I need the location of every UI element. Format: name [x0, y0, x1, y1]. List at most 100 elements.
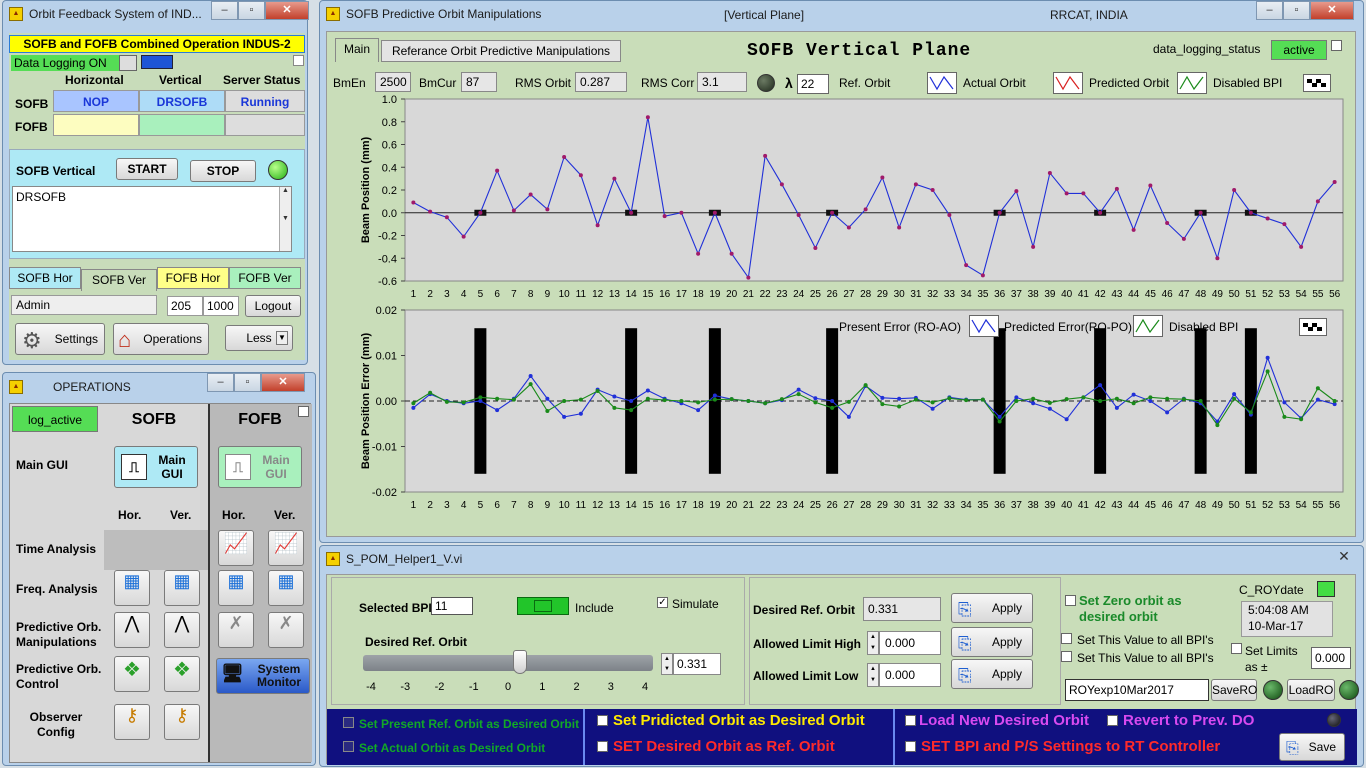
stop-button[interactable]: STOP	[190, 160, 256, 182]
file-name-field[interactable]: ROYexp10Mar2017	[1065, 679, 1209, 701]
set-actual-checkbox[interactable]	[343, 741, 354, 752]
field-205[interactable]: 205	[167, 296, 203, 316]
croy-toggle[interactable]	[1317, 581, 1335, 597]
start-button[interactable]: START	[116, 158, 178, 180]
all-value[interactable]: 0.000	[879, 663, 941, 687]
set-limits-checkbox[interactable]	[1231, 643, 1242, 654]
load-new-checkbox[interactable]	[905, 715, 916, 726]
revert-checkbox[interactable]	[1107, 715, 1118, 726]
include-toggle[interactable]	[517, 597, 569, 615]
fofb-time-ver-button[interactable]: 📈	[268, 530, 304, 566]
lambda-input[interactable]: 22	[797, 74, 829, 94]
sofb-freq-ver-button[interactable]: ▦	[164, 570, 200, 606]
maximize-button[interactable]: ▫	[238, 1, 265, 20]
x-tick-label: 46	[1162, 289, 1174, 300]
fofb-checkbox[interactable]	[298, 406, 309, 417]
x-tick-label: 2	[427, 289, 433, 300]
desired-orbit-slider[interactable]	[363, 650, 653, 674]
status-checkbox[interactable]	[1331, 40, 1342, 51]
minimize-button[interactable]: –	[211, 1, 238, 20]
x-tick-label: 48	[1195, 500, 1207, 511]
logout-button[interactable]: Logout	[245, 295, 301, 317]
save-ro-button[interactable]: SaveRO	[1211, 679, 1257, 701]
close-button[interactable]: ✕	[1310, 1, 1354, 20]
limits-value[interactable]: 0.000	[1311, 647, 1351, 669]
minimize-button[interactable]: –	[207, 373, 234, 392]
system-monitor-button[interactable]: 🖥 System Monitor	[216, 658, 310, 694]
alh-value[interactable]: 0.000	[879, 631, 941, 655]
set-zero-checkbox[interactable]	[1065, 595, 1076, 606]
less-dropdown[interactable]: Less ▼	[225, 325, 293, 351]
tab-reference-orbit[interactable]: Referance Orbit Predictive Manipulations	[381, 40, 621, 62]
field-1000[interactable]: 1000	[203, 296, 239, 316]
log-scrollbar[interactable]: ▲ ▼	[279, 187, 291, 251]
sofb-freq-hor-button[interactable]: ▦	[114, 570, 150, 606]
simulate-checkbox[interactable]: ✓	[657, 597, 668, 608]
tab-sofb-ver[interactable]: SOFB Ver	[81, 269, 157, 291]
minimize-button[interactable]: –	[1256, 1, 1283, 20]
apply-dro-button[interactable]: ⎘ Apply	[951, 593, 1033, 623]
close-button[interactable]: ✕	[261, 373, 305, 392]
observer-config-ver-button[interactable]: ⚷	[164, 704, 200, 740]
sofb-poc-hor-button[interactable]: ❖	[114, 656, 150, 692]
legend-actual-icon	[927, 72, 957, 94]
close-button[interactable]: ✕	[265, 1, 309, 20]
plot-area	[404, 98, 1344, 282]
x-tick-label: 30	[894, 500, 906, 511]
observer-config-hor-button[interactable]: ⚷	[114, 704, 150, 740]
set-desired-checkbox[interactable]	[597, 741, 608, 752]
fofb-main-gui-button[interactable]: ⎍ Main GUI	[218, 446, 302, 488]
apply-all-button[interactable]: ⎘ Apply	[951, 659, 1033, 689]
tab-fofb-hor[interactable]: FOFB Hor	[157, 267, 229, 289]
sofb-main-gui-button[interactable]: ⎍ Main GUI	[114, 446, 198, 488]
slider-thumb[interactable]	[513, 650, 527, 674]
fofb-freq-hor-button[interactable]: ▦	[218, 570, 254, 606]
data-point	[913, 182, 918, 187]
sofb-pom-hor-button[interactable]: ⋀	[114, 612, 150, 648]
x-tick-label: 43	[1111, 500, 1123, 511]
alh-stepper[interactable]: ▲ ▼	[867, 631, 879, 655]
fofb-pom-hor-button[interactable]: ✗	[218, 612, 254, 648]
operations-button[interactable]: ⌂ Operations	[113, 323, 209, 355]
x-tick-label: 25	[810, 500, 822, 511]
x-tick-label: 24	[793, 500, 805, 511]
slider-value[interactable]: 0.331	[673, 653, 721, 675]
fofb-pom-ver-button[interactable]: ✗	[268, 612, 304, 648]
set-all-high-checkbox[interactable]	[1061, 633, 1072, 644]
sofb-poc-ver-button[interactable]: ❖	[164, 656, 200, 692]
save-button[interactable]: ⎘ Save	[1279, 733, 1345, 761]
apply-alh-button[interactable]: ⎘ Apply	[951, 627, 1033, 657]
maximize-button[interactable]: ▫	[234, 373, 261, 392]
plot-palette-icon[interactable]	[1303, 74, 1331, 92]
data-point	[1064, 397, 1069, 402]
tab-main[interactable]: Main	[335, 38, 379, 62]
slider-stepper[interactable]: ▲ ▼	[661, 653, 673, 675]
load-ro-button[interactable]: LoadRO	[1287, 679, 1335, 701]
selected-bpi-input[interactable]: 11	[431, 597, 473, 615]
tab-fofb-ver[interactable]: FOFB Ver	[229, 267, 301, 289]
data-point	[1282, 400, 1287, 405]
corner-checkbox[interactable]	[293, 55, 304, 66]
maximize-button[interactable]: ▫	[1283, 1, 1310, 20]
fofb-freq-ver-button[interactable]: ▦	[268, 570, 304, 606]
sofb-pom-ver-button[interactable]: ⋀	[164, 612, 200, 648]
data-point	[1098, 399, 1103, 403]
x-tick-label: 7	[511, 500, 517, 511]
rms-orbit-value: 0.287	[575, 72, 627, 92]
all-stepper[interactable]: ▲ ▼	[867, 663, 879, 687]
data-logging-toggle[interactable]	[119, 55, 137, 71]
set-all-low-checkbox[interactable]	[1061, 651, 1072, 662]
main-gui-label: Main GUI	[262, 453, 290, 481]
simulate-label: Simulate	[672, 597, 719, 611]
log-textarea[interactable]: DRSOFB ▲ ▼	[12, 186, 292, 252]
plot2-palette-icon[interactable]	[1299, 318, 1327, 336]
set-predicted-checkbox[interactable]	[597, 715, 608, 726]
set-present-ref-checkbox[interactable]	[343, 717, 354, 728]
save-label: Save	[1308, 740, 1336, 754]
set-bpi-ps-checkbox[interactable]	[905, 741, 916, 752]
close-button[interactable]: ✕	[1330, 548, 1358, 567]
x-tick-label: 23	[776, 500, 788, 511]
settings-button[interactable]: ⚙ Settings	[15, 323, 105, 355]
tab-sofb-hor[interactable]: SOFB Hor	[9, 267, 81, 289]
fofb-time-hor-button[interactable]: 📈	[218, 530, 254, 566]
